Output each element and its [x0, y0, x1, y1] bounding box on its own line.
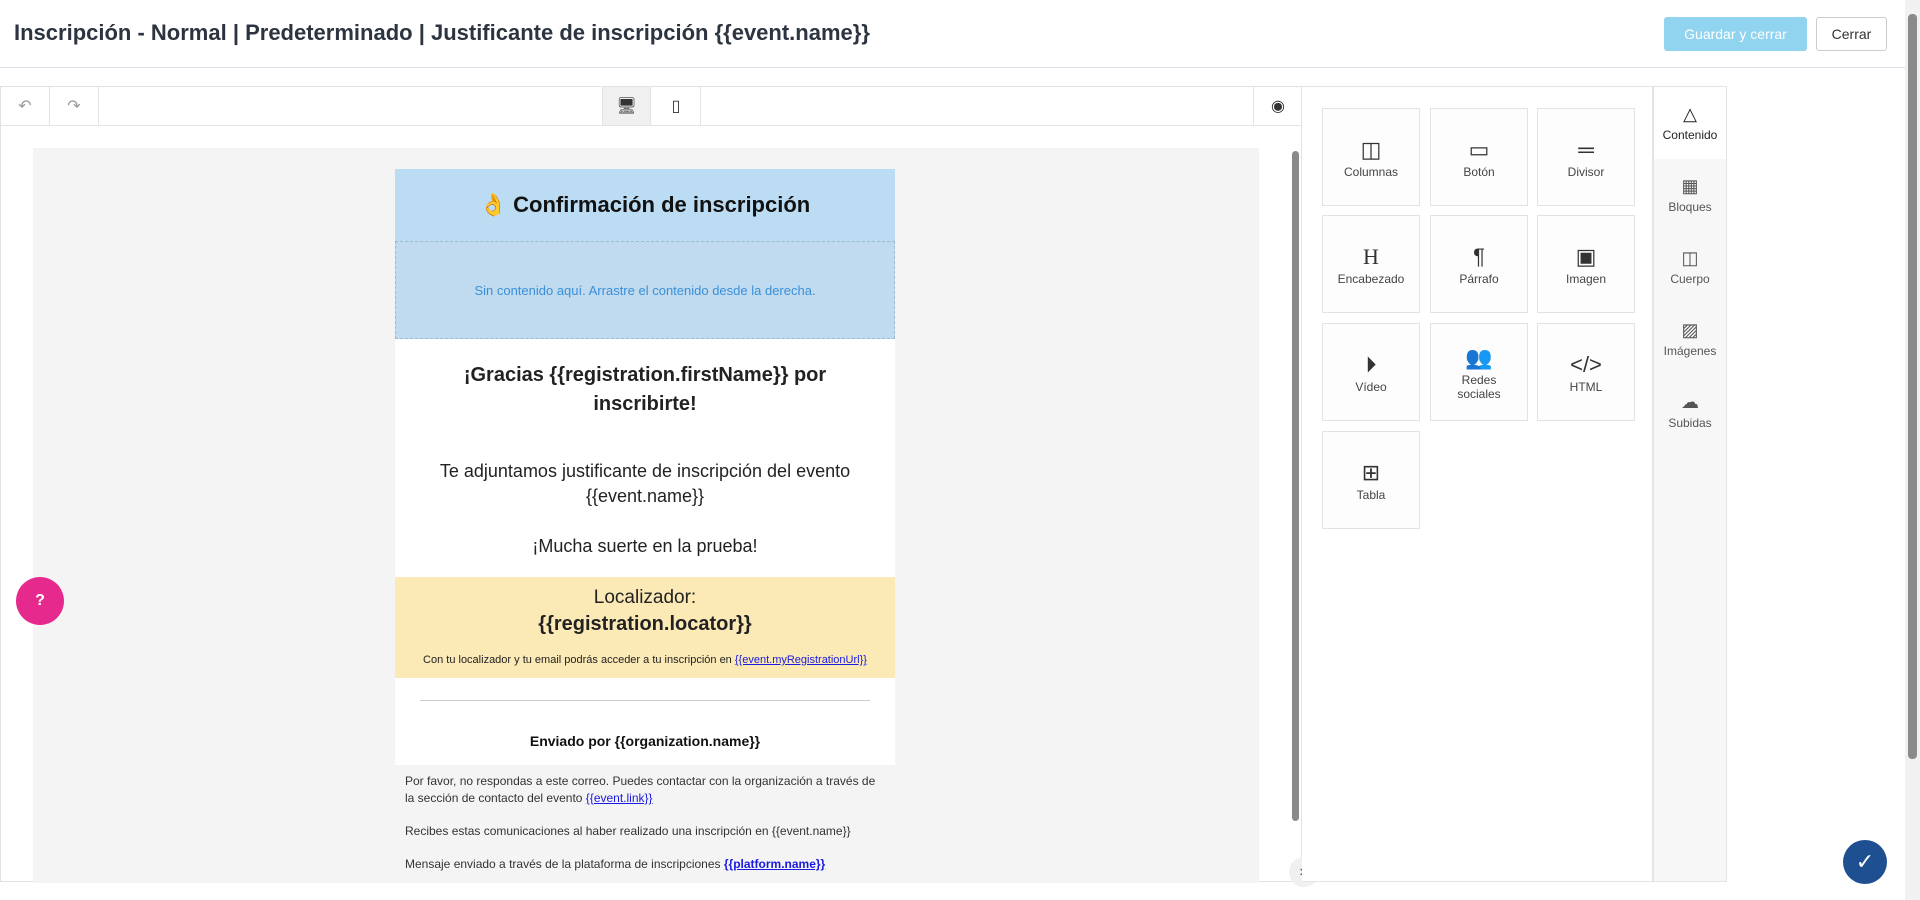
tile-html[interactable]: </> HTML: [1537, 323, 1635, 421]
tile-label: Botón: [1463, 165, 1495, 179]
tab-label: Cuerpo: [1670, 272, 1710, 286]
blocks-icon: ▦: [1681, 176, 1699, 196]
email-editor: ↶ ↷ 🖥 ▯ ◉ 👌 Confirmación de inscripción S…: [0, 86, 1319, 887]
preview-eye-icon[interactable]: ◉: [1253, 87, 1302, 125]
email-header[interactable]: 👌 Confirmación de inscripción: [395, 169, 895, 241]
tab-subidas[interactable]: ☁ Subidas: [1654, 375, 1726, 447]
empty-drop-zone[interactable]: Sin contenido aquí. Arrastre el contenid…: [395, 241, 895, 339]
tile-parrafo[interactable]: ¶ Párrafo: [1430, 215, 1528, 313]
email-canvas: 👌 Confirmación de inscripción Sin conteni…: [33, 148, 1259, 883]
tab-label: Imágenes: [1663, 344, 1717, 358]
locator-value: {{registration.locator}}: [538, 613, 752, 635]
tile-label: Tabla: [1356, 488, 1386, 502]
locator-label: Localizador:: [593, 587, 697, 608]
undo-icon[interactable]: ↶: [1, 87, 50, 125]
page-scrollbar[interactable]: [1905, 0, 1920, 900]
tab-bloques[interactable]: ▦ Bloques: [1654, 159, 1726, 231]
social-icon: 👥: [1465, 345, 1493, 370]
redo-icon[interactable]: ↷: [50, 87, 99, 125]
email-preview: 👌 Confirmación de inscripción Sin conteni…: [395, 169, 895, 897]
help-button[interactable]: ?: [16, 577, 64, 625]
tile-imagen[interactable]: ▣ Imagen: [1537, 215, 1635, 313]
mobile-view-icon[interactable]: ▯: [652, 87, 701, 125]
content-panel: ◫ Columnas ▭ Botón ═ Divisor H Encabezado ¶ P…: [1302, 86, 1653, 882]
cloud-upload-icon: ☁: [1681, 392, 1699, 412]
accessibility-icon[interactable]: ✓: [1843, 840, 1887, 884]
tile-label: HTML: [1569, 380, 1603, 394]
tab-contenido[interactable]: △ Contenido: [1654, 87, 1726, 159]
luck-text: ¡Mucha suerte en la prueba!: [532, 536, 758, 556]
event-link[interactable]: {{event.link}}: [586, 791, 653, 805]
platform-link[interactable]: {{platform.name}}: [724, 857, 825, 871]
panel-tabs: △ Contenido ▦ Bloques ◫ Cuerpo ▨ Imágenes ☁ S…: [1653, 86, 1727, 882]
tab-label: Bloques: [1668, 200, 1712, 214]
desktop-view-icon[interactable]: 🖥: [602, 87, 651, 125]
tile-boton[interactable]: ▭ Botón: [1430, 108, 1528, 206]
paragraph-icon: ¶: [1473, 244, 1485, 269]
shapes-icon: △: [1683, 104, 1697, 124]
table-icon: ⊞: [1361, 460, 1381, 485]
divider: [420, 700, 870, 701]
tile-label: Vídeo: [1355, 380, 1387, 394]
editor-toolbar: ↶ ↷ 🖥 ▯ ◉: [1, 87, 1301, 126]
ok-hand-icon: 👌: [479, 192, 508, 217]
tab-label: Contenido: [1662, 128, 1718, 142]
top-header: Inscripción - Normal | Predeterminado | …: [0, 0, 1905, 68]
sent-by-block[interactable]: Enviado por {{organization.name}}: [395, 678, 895, 765]
tile-redes-sociales[interactable]: 👥 Redes sociales: [1430, 323, 1528, 421]
code-icon: </>: [1570, 352, 1602, 377]
columns-icon: ◫: [1360, 137, 1382, 162]
locator-note: Con tu localizador y tu email podrás acc…: [423, 654, 732, 666]
email-body[interactable]: ¡Gracias {{registration.firstName}} por …: [395, 339, 895, 577]
note-reason: Recibes estas comunicaciones al haber re…: [405, 824, 851, 838]
tab-cuerpo[interactable]: ◫ Cuerpo: [1654, 231, 1726, 303]
tile-label: Imagen: [1565, 272, 1607, 286]
footer-notes[interactable]: Por favor, no respondas a este correo. P…: [395, 765, 895, 897]
registration-url-link[interactable]: {{event.myRegistrationUrl}}: [735, 654, 867, 666]
divider-icon: ═: [1578, 137, 1594, 162]
drop-hint: Sin contenido aquí. Arrastre el contenid…: [474, 282, 816, 298]
tile-label: Redes sociales: [1457, 373, 1501, 401]
images-icon: ▨: [1681, 320, 1699, 340]
tile-label: Encabezado: [1337, 272, 1405, 286]
button-icon: ▭: [1468, 137, 1490, 162]
tile-label: Columnas: [1343, 165, 1399, 179]
note-platform: Mensaje enviado a través de la plataform…: [405, 857, 721, 871]
tile-divisor[interactable]: ═ Divisor: [1537, 108, 1635, 206]
email-title: Confirmación de inscripción: [513, 192, 811, 217]
image-icon: ▣: [1575, 244, 1597, 269]
canvas-scrollbar[interactable]: [1291, 143, 1300, 881]
tile-label: Divisor: [1567, 165, 1605, 179]
intro-text: Te adjuntamos justificante de inscripció…: [439, 461, 851, 506]
tab-label: Subidas: [1668, 416, 1712, 430]
tile-columnas[interactable]: ◫ Columnas: [1322, 108, 1420, 206]
tile-encabezado[interactable]: H Encabezado: [1322, 215, 1420, 313]
tile-tabla[interactable]: ⊞ Tabla: [1322, 431, 1420, 529]
sent-by-text: Enviado por {{organization.name}}: [529, 733, 761, 749]
heading-icon: H: [1363, 244, 1379, 269]
save-and-close-button[interactable]: Guardar y cerrar: [1664, 17, 1807, 51]
tab-imagenes[interactable]: ▨ Imágenes: [1654, 303, 1726, 375]
greeting-heading: ¡Gracias {{registration.firstName}} por …: [463, 364, 827, 415]
video-icon: ⏵: [1365, 352, 1377, 377]
locator-block[interactable]: Localizador: {{registration.locator}} Co…: [395, 577, 895, 678]
body-icon: ◫: [1681, 248, 1699, 268]
tile-video[interactable]: ⏵ Vídeo: [1322, 323, 1420, 421]
close-button[interactable]: Cerrar: [1816, 17, 1887, 51]
tile-label: Párrafo: [1459, 272, 1499, 286]
page-title: Inscripción - Normal | Predeterminado | …: [14, 20, 870, 45]
